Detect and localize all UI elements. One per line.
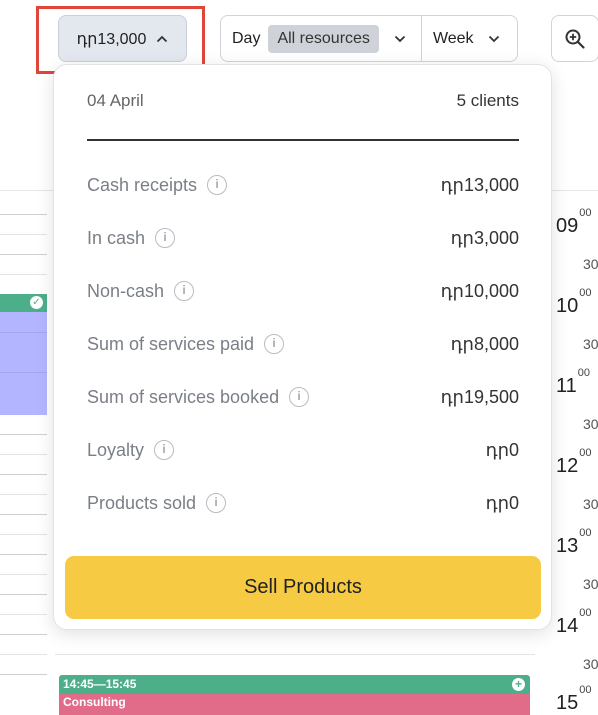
chevron-up-icon xyxy=(156,32,168,46)
grid-line xyxy=(0,434,47,435)
stat-label: Sum of services paid xyxy=(87,333,255,354)
summary-header: 04 April 5 clients xyxy=(87,91,519,111)
check-icon: ✓ xyxy=(30,296,43,309)
appointment-time: 14:45—15:45 + xyxy=(59,675,530,694)
grid-line xyxy=(0,594,47,595)
grid-line xyxy=(0,234,47,235)
grid-line xyxy=(0,674,47,675)
hour-label: 1500 xyxy=(556,684,592,714)
half-hour-label: 30 xyxy=(583,256,598,272)
info-icon[interactable]: i xyxy=(206,493,227,513)
view-period-dropdown[interactable]: Week xyxy=(422,30,500,48)
stat-value: դր0 xyxy=(485,492,519,513)
stat-value: դր10,000 xyxy=(440,280,519,301)
summary-divider xyxy=(87,139,519,141)
info-icon[interactable]: i xyxy=(264,334,285,354)
stat-value: դր8,000 xyxy=(450,333,519,354)
grid-line xyxy=(0,274,47,275)
info-icon[interactable]: i xyxy=(289,387,310,407)
stat-label: Loyalty xyxy=(87,439,145,460)
grid-line xyxy=(0,214,47,215)
zoom-in-icon xyxy=(565,29,585,49)
chevron-down-icon[interactable] xyxy=(379,31,421,46)
stat-row-loyalty: Loyalty i դր0 xyxy=(87,438,519,462)
stat-row-non-cash: Non-cash i դր10,000 xyxy=(87,279,519,303)
stat-value: դր0 xyxy=(485,439,519,460)
hour-label: 1000 xyxy=(556,287,592,317)
grid-line xyxy=(0,654,47,655)
view-period-label: Week xyxy=(432,29,474,47)
grid-line xyxy=(0,534,47,535)
sell-products-button[interactable]: Sell Products xyxy=(65,556,541,619)
stat-row-cash-receipts: Cash receipts i դր13,000 xyxy=(87,173,519,197)
info-icon[interactable]: i xyxy=(207,175,228,195)
half-hour-label: 30 xyxy=(583,336,598,352)
half-hour-label: 30 xyxy=(583,416,598,432)
stat-label: Non-cash xyxy=(87,280,165,301)
view-selector: Day All resources Week xyxy=(220,15,518,62)
info-icon[interactable]: i xyxy=(174,281,195,301)
half-hour-label: 30 xyxy=(583,576,598,592)
grid-line xyxy=(55,654,535,655)
zoom-in-button[interactable] xyxy=(551,15,598,62)
grid-line xyxy=(0,474,47,475)
stat-label: Products sold xyxy=(87,492,197,513)
half-hour-label: 30 xyxy=(583,656,598,672)
summary-client-count: 5 clients xyxy=(456,91,519,110)
daily-total-button[interactable]: դր13,000 xyxy=(58,15,187,62)
daily-summary-dropdown: 04 April 5 clients Cash receipts i դր13,0… xyxy=(53,64,552,630)
hour-label: 1400 xyxy=(556,607,592,637)
stat-row-products-sold: Products sold i դր0 xyxy=(87,491,519,515)
half-hour-label: 30 xyxy=(583,496,598,512)
grid-line xyxy=(0,574,47,575)
stat-value: դր19,500 xyxy=(440,386,519,407)
summary-date: 04 April xyxy=(87,91,144,110)
calendar-event-block[interactable]: ✓ xyxy=(0,294,47,415)
hour-label: 1300 xyxy=(556,527,592,557)
info-icon[interactable]: i xyxy=(154,440,175,460)
stat-value: դր13,000 xyxy=(440,174,519,195)
grid-line xyxy=(0,614,47,615)
grid-line xyxy=(0,372,47,373)
appointment-event[interactable]: 14:45—15:45 + Consulting xyxy=(59,675,530,715)
grid-line xyxy=(0,332,47,333)
appointment-service: Consulting xyxy=(59,694,530,715)
info-icon[interactable]: i xyxy=(155,228,176,248)
stat-row-in-cash: In cash i դր3,000 xyxy=(87,226,519,250)
hour-label: 0900 xyxy=(556,207,592,237)
grid-line xyxy=(0,454,47,455)
stat-label: Cash receipts xyxy=(87,174,198,195)
stat-row-services-paid: Sum of services paid i դր8,000 xyxy=(87,332,519,356)
plus-icon[interactable]: + xyxy=(512,678,525,691)
view-day-button[interactable]: Day xyxy=(221,30,268,48)
stat-label: Sum of services booked xyxy=(87,386,280,407)
resources-filter[interactable]: All resources xyxy=(268,24,379,53)
grid-line xyxy=(0,514,47,515)
stat-label: In cash xyxy=(87,227,146,248)
grid-line xyxy=(0,634,47,635)
hour-label: 1200 xyxy=(556,447,592,477)
hour-label: 1100 xyxy=(556,367,591,397)
daily-total-amount: դր13,000 xyxy=(76,30,147,48)
chevron-down-icon xyxy=(488,31,500,46)
grid-line xyxy=(0,254,47,255)
stat-row-services-booked: Sum of services booked i դր19,500 xyxy=(87,385,519,409)
grid-line xyxy=(0,554,47,555)
stat-value: դր3,000 xyxy=(450,227,519,248)
grid-line xyxy=(0,494,47,495)
